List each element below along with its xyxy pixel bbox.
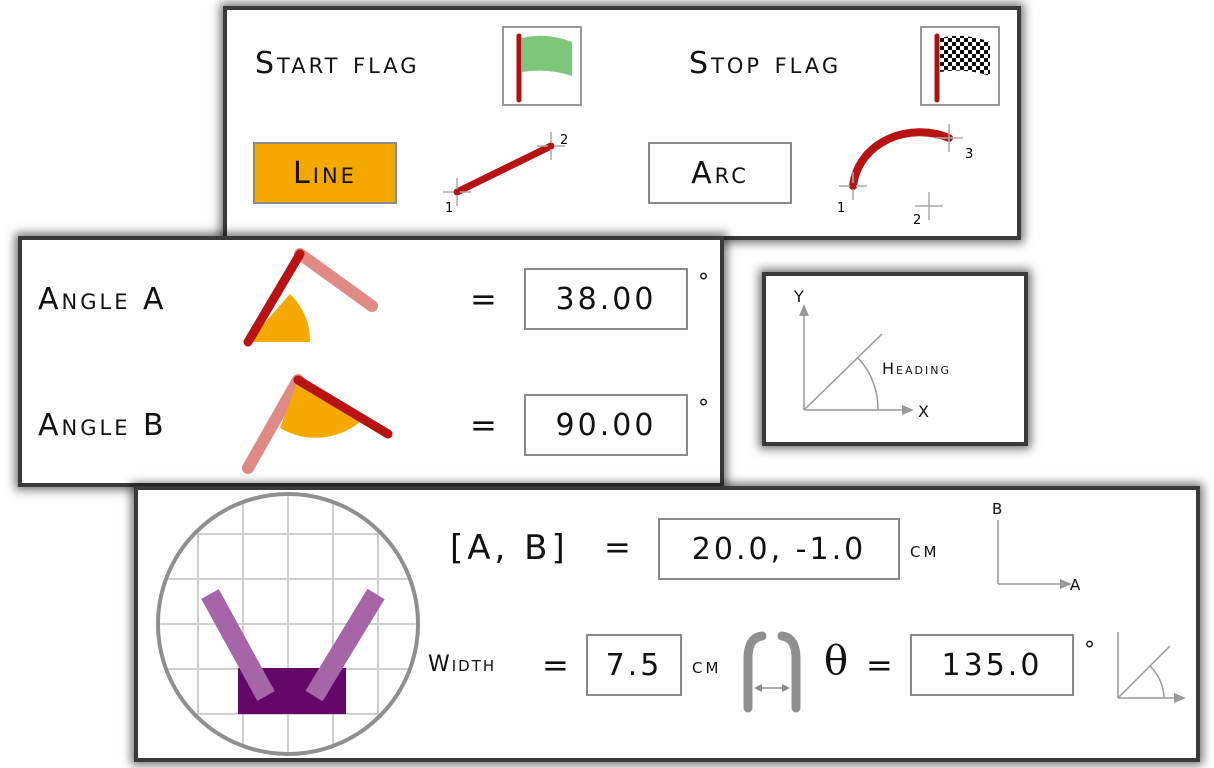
ab-input[interactable]: 20.0, -1.0 xyxy=(658,518,900,580)
ab-axes-icon: B A xyxy=(992,500,1081,594)
start-flag-button[interactable] xyxy=(502,26,582,106)
angle-a-icon xyxy=(243,248,378,347)
width-input[interactable]: 7.5 xyxy=(586,634,682,696)
path-tools-panel: Start flag Stop flag Line 1 2 Arc 1 2 3 xyxy=(223,6,1021,240)
arc-point-3-label: 3 xyxy=(965,147,973,162)
start-flag-label: Start flag xyxy=(255,46,420,81)
line-point-2-label: 2 xyxy=(560,133,568,148)
angle-a-input[interactable]: 38.00 xyxy=(524,268,688,330)
ab-unit: cm xyxy=(910,538,940,563)
arc-path-icon: 1 2 3 xyxy=(837,124,973,228)
angles-panel: Angle A = 38.00 ° Angle B = 90.00 ° xyxy=(18,236,724,487)
line-button[interactable]: Line xyxy=(253,142,397,204)
ab-label: [A, B] xyxy=(450,528,569,568)
angle-b-label: Angle B xyxy=(38,408,167,443)
green-flag-icon xyxy=(516,33,572,103)
gripper-width-icon xyxy=(743,631,801,713)
width-label: Width xyxy=(428,652,497,677)
theta-equals: = xyxy=(866,646,893,684)
angle-b-icon xyxy=(242,374,393,474)
theta-label: θ xyxy=(824,638,849,684)
angle-a-equals: = xyxy=(470,280,497,318)
axis-a-label: A xyxy=(1070,576,1081,594)
stop-flag-label: Stop flag xyxy=(689,46,842,81)
width-equals: = xyxy=(542,646,569,684)
ab-equals: = xyxy=(604,528,631,566)
line-path-icon: 1 2 xyxy=(443,132,568,216)
arc-point-2-label: 2 xyxy=(913,213,921,228)
heading-y-label: Y xyxy=(793,287,804,306)
angle-b-degree: ° xyxy=(698,396,709,421)
angle-b-equals: = xyxy=(470,406,497,444)
axis-b-label: B xyxy=(992,500,1002,518)
line-point-1-label: 1 xyxy=(445,201,453,216)
gripper-preview xyxy=(156,492,420,756)
angle-a-label: Angle A xyxy=(38,282,167,317)
heading-label: Heading xyxy=(882,359,951,378)
theta-input[interactable]: 135.0 xyxy=(910,634,1074,696)
checkered-flag-icon xyxy=(934,33,990,103)
heading-x-label: X xyxy=(918,402,929,421)
arc-point-1-label: 1 xyxy=(837,201,845,216)
theta-angle-icon xyxy=(1117,632,1186,703)
heading-panel: Y X Heading xyxy=(762,272,1028,446)
arc-button[interactable]: Arc xyxy=(648,142,792,204)
width-unit: cm xyxy=(692,654,722,679)
gripper-panel: [A, B] = 20.0, -1.0 cm B A Width = 7.5 c… xyxy=(134,486,1200,762)
heading-diagram: Y X Heading xyxy=(793,287,951,421)
theta-degree: ° xyxy=(1084,638,1095,663)
angle-a-degree: ° xyxy=(698,270,709,295)
stop-flag-button[interactable] xyxy=(920,26,1000,106)
angle-b-input[interactable]: 90.00 xyxy=(524,394,688,456)
